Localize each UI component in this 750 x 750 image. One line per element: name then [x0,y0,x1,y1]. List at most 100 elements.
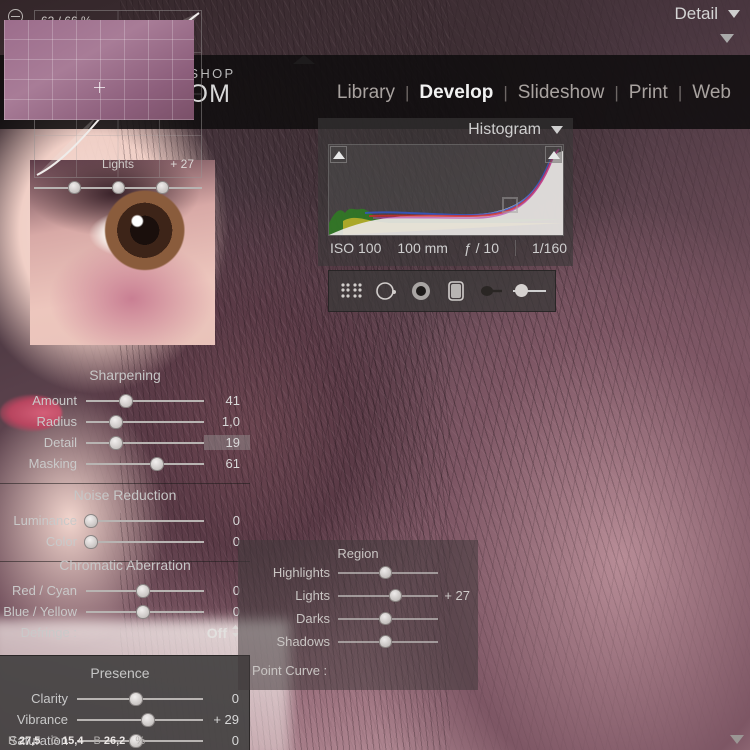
histogram-marker [502,197,518,213]
slider-track[interactable] [338,565,438,579]
slider-region-lights[interactable]: Lights + 27 [238,584,478,607]
noise-reduction-title: Noise Reduction [73,487,177,503]
slider-clarity[interactable]: Clarity 0 [0,688,249,709]
brush-size-knob[interactable] [515,284,528,297]
slider-track[interactable] [86,456,204,471]
slider-value: 0 [231,691,239,706]
slider-label: Color [45,534,77,549]
slider-region-shadows[interactable]: Shadows [238,630,478,653]
slider-track[interactable] [86,604,204,619]
graduated-filter-icon[interactable] [443,279,469,303]
histogram-graph[interactable] [328,144,564,236]
nav-separator: | [503,83,508,102]
histogram-title: Histogram [468,121,541,138]
slider-track[interactable] [338,611,438,625]
slider-label: Luminance [13,513,77,528]
split-handle-midtones[interactable] [112,181,125,194]
slider-value[interactable]: 19 [204,435,250,450]
meta-focal-length: 100 mm [397,240,448,256]
slider-value: + 27 [444,588,470,603]
slider-track[interactable] [86,583,204,598]
split-handle-shadows[interactable] [68,181,82,194]
slider-track[interactable] [77,712,203,727]
slider-track[interactable] [83,534,204,549]
chevron-down-icon[interactable] [551,126,563,134]
defringe-value[interactable]: Off [207,625,231,641]
chromatic-aberration-title: Chromatic Aberration [59,557,191,573]
slider-region-darks[interactable]: Darks [238,607,478,630]
slider-label: Radius [36,414,77,429]
module-library[interactable]: Library [334,82,398,104]
detail-header[interactable]: Detail [675,4,740,24]
slider-track[interactable] [86,393,204,408]
module-develop[interactable]: Develop [416,82,496,104]
triangle-down-icon[interactable] [720,34,734,43]
slider-value: + 29 [213,712,239,727]
red-eye-correction-icon[interactable] [408,279,434,303]
region-title: Region [337,546,379,561]
sharpening-section: Sharpening Amount 41 Radius 1,0 Detail 1… [0,358,250,484]
split-handle-highlights[interactable] [155,181,169,194]
slider-track[interactable] [83,513,204,528]
picker-r-key: R [8,735,16,747]
slider-sharpening-amount[interactable]: Amount 41 [0,390,250,411]
capture-metadata: ISO 100 100 mm ƒ / 10 1/160 [330,240,567,256]
slider-blue-yellow[interactable]: Blue / Yellow 0 [0,601,250,622]
module-print[interactable]: Print [626,82,671,104]
slider-value: 41 [225,393,240,408]
histogram-header[interactable]: Histogram [318,118,573,142]
detail-title: Detail [674,4,718,23]
slider-red-cyan[interactable]: Red / Cyan 0 [0,580,250,601]
highlight-clipping-toggle[interactable] [545,146,562,163]
meta-aperture: ƒ / 10 [463,240,499,256]
triangle-up-icon [332,150,345,159]
brush-size-slider[interactable] [513,284,546,297]
slider-label: Amount [32,393,77,408]
slider-track[interactable] [86,414,204,429]
chromatic-aberration-section: Chromatic Aberration Red / Cyan 0 Blue /… [0,548,250,643]
tone-curve-split-sliders[interactable] [34,181,202,195]
slider-label: Blue / Yellow [3,604,77,619]
chevron-down-icon[interactable] [728,10,740,18]
slider-sharpening-radius[interactable]: Radius 1,0 [0,411,250,432]
slider-track[interactable] [338,634,438,648]
slider-label: Clarity [31,691,68,706]
picker-loupe-grid[interactable] [4,20,194,120]
slider-region-highlights[interactable]: Highlights [238,561,478,584]
slider-label: Shadows [276,634,330,649]
slider-label: Lights [295,588,330,603]
meta-iso: ISO 100 [330,240,382,256]
slider-track[interactable] [86,435,204,450]
slider-track[interactable] [77,691,203,706]
slider-sharpening-masking[interactable]: Masking 61 [0,453,250,474]
slider-sharpening-detail[interactable]: Detail 19 [0,432,250,453]
slider-label: Highlights [272,565,330,580]
defringe-control[interactable]: Defringe : Off [0,622,250,643]
picker-crosshair-icon [94,82,105,93]
picker-g-key: G [50,735,59,747]
module-slideshow[interactable]: Slideshow [515,82,608,104]
meta-shutter-speed: 1/160 [514,240,567,256]
module-web[interactable]: Web [689,82,734,104]
picker-g-value: 15,4 [62,735,84,747]
slider-noise-luminance[interactable]: Luminance 0 [0,510,250,531]
slider-value: 61 [225,456,240,471]
slider-value: 0 [232,513,240,528]
histogram-curve [329,148,563,235]
picker-r-value: 27,5 [19,735,41,747]
module-picker: Library | Develop | Slideshow | Print | … [334,82,734,104]
nav-separator: | [404,83,410,102]
point-curve-label[interactable]: Point Curve : [238,663,478,678]
slider-vibrance[interactable]: Vibrance + 29 [0,709,249,730]
spot-removal-icon[interactable] [373,279,399,303]
adjustment-brush-icon[interactable] [478,279,504,303]
defringe-label: Defringe : [20,625,77,640]
slider-value: 1,0 [221,414,240,429]
shadow-clipping-toggle[interactable] [330,146,347,163]
nav-separator: | [614,83,619,102]
picker-unit: % [135,735,146,747]
slider-track[interactable] [338,588,438,602]
crop-overlay-icon[interactable] [338,279,364,303]
slider-label: Detail [43,435,77,450]
presence-title: Presence [90,665,150,681]
